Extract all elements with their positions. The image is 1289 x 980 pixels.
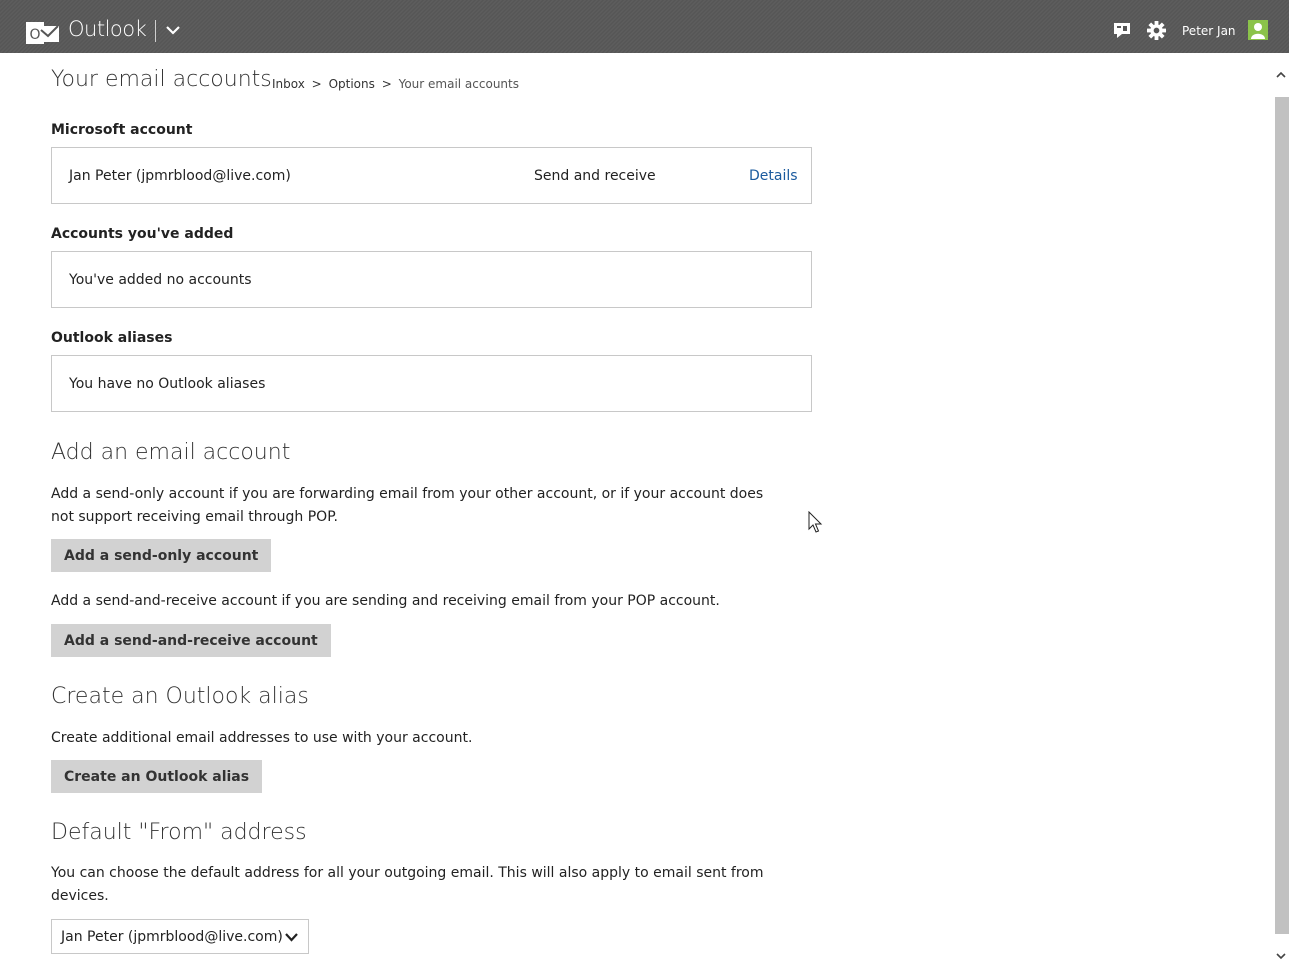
breadcrumb-current: Your email accounts bbox=[398, 77, 519, 91]
create-alias-button[interactable]: Create an Outlook alias bbox=[51, 760, 263, 793]
aliases-empty: You have no Outlook aliases bbox=[69, 376, 266, 392]
logo-letter: O bbox=[29, 27, 40, 43]
add-send-only-button[interactable]: Add a send-only account bbox=[51, 539, 272, 572]
gear-icon[interactable] bbox=[1147, 21, 1166, 40]
aliases-box: You have no Outlook aliases bbox=[51, 355, 812, 412]
mouse-cursor-icon bbox=[808, 511, 823, 533]
avatar-icon bbox=[1251, 23, 1265, 39]
breadcrumb-options[interactable]: Options bbox=[329, 77, 375, 91]
microsoft-account-box: Jan Peter (jpmrblood@live.com) Send and … bbox=[51, 147, 812, 204]
breadcrumb-inbox[interactable]: Inbox bbox=[272, 77, 305, 91]
breadcrumb-separator: > bbox=[381, 77, 392, 91]
avatar[interactable] bbox=[1248, 20, 1268, 40]
added-accounts-label: Accounts you've added bbox=[51, 226, 234, 242]
create-alias-description: Create additional email addresses to use… bbox=[51, 730, 473, 746]
chat-icon[interactable] bbox=[1114, 22, 1130, 38]
create-alias-heading: Create an Outlook alias bbox=[51, 684, 309, 709]
added-accounts-empty: You've added no accounts bbox=[69, 272, 252, 288]
add-account-heading: Add an email account bbox=[51, 440, 291, 465]
aliases-label: Outlook aliases bbox=[51, 330, 173, 346]
scrollbar-thumb[interactable] bbox=[1275, 97, 1289, 934]
add-send-receive-button[interactable]: Add a send-and-receive account bbox=[51, 624, 331, 657]
page-title: Your email accounts bbox=[51, 67, 272, 92]
send-only-description: Add a send-only account if you are forwa… bbox=[51, 486, 764, 525]
default-from-description: You can choose the default address for a… bbox=[51, 865, 764, 904]
chevron-down-icon[interactable] bbox=[166, 24, 180, 36]
top-bar: O Outlook Peter Jan bbox=[0, 0, 1289, 53]
user-name[interactable]: Peter Jan bbox=[1182, 24, 1236, 38]
details-link[interactable]: Details bbox=[749, 168, 798, 184]
app-name[interactable]: Outlook bbox=[68, 17, 147, 41]
breadcrumb-separator: > bbox=[311, 77, 322, 91]
microsoft-account-label: Microsoft account bbox=[51, 122, 193, 138]
brand-divider bbox=[155, 20, 156, 42]
microsoft-account-mode: Send and receive bbox=[534, 168, 656, 184]
default-from-selected: Jan Peter (jpmrblood@live.com) bbox=[61, 928, 283, 945]
scroll-up-icon[interactable] bbox=[1275, 69, 1287, 81]
scroll-down-icon[interactable] bbox=[1275, 950, 1287, 962]
default-from-heading: Default "From" address bbox=[51, 820, 307, 845]
outlook-logo-icon[interactable]: O bbox=[26, 20, 59, 47]
scrollbar[interactable] bbox=[1272, 53, 1289, 980]
default-from-select[interactable]: Jan Peter (jpmrblood@live.com) bbox=[51, 919, 309, 954]
send-receive-description: Add a send-and-receive account if you ar… bbox=[51, 593, 720, 609]
microsoft-account-name: Jan Peter (jpmrblood@live.com) bbox=[69, 168, 291, 184]
chevron-down-icon bbox=[285, 933, 298, 942]
breadcrumb: Inbox > Options > Your email accounts bbox=[272, 77, 519, 91]
added-accounts-box: You've added no accounts bbox=[51, 251, 812, 308]
